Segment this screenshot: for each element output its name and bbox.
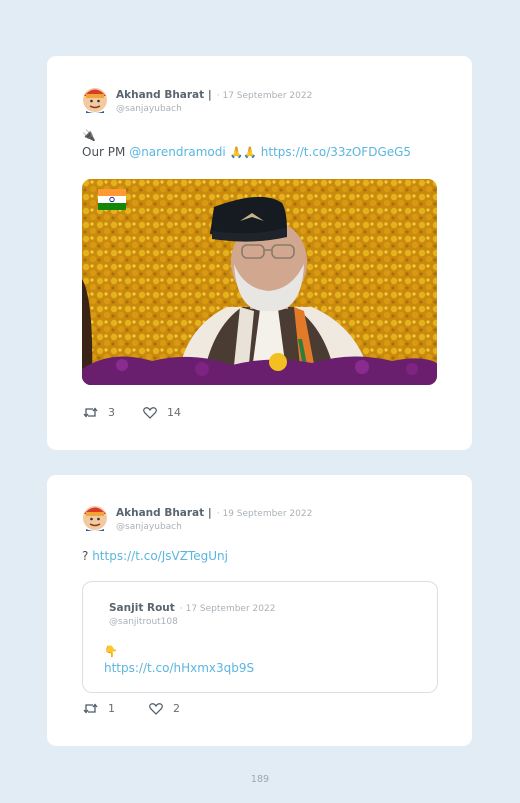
emoji: 🙏🙏 <box>229 146 257 159</box>
quoted-tweet-url[interactable]: https://t.co/hHxmx3qb9S <box>104 661 254 675</box>
quoted-author-handle[interactable]: @sanjitrout108 <box>109 616 275 629</box>
tweet-stats: 1 2 <box>83 702 200 715</box>
tweet-text: ? https://t.co/JsVZTegUnj <box>82 548 228 564</box>
text-prefix: Our PM <box>82 145 130 159</box>
quoted-tweet[interactable]: Sanjit Rout · 17 September 2022 @sanjitr… <box>82 581 438 693</box>
avatar[interactable] <box>82 503 108 531</box>
retweet-icon <box>83 703 98 714</box>
mention-link[interactable]: @narendramodi <box>129 145 226 159</box>
retweet-icon <box>83 407 98 418</box>
retweet-stat[interactable]: 1 <box>83 702 115 715</box>
emoji-line: 🔌 <box>82 129 96 142</box>
author-handle[interactable]: @sanjayubach <box>116 521 312 534</box>
like-count: 14 <box>167 406 181 419</box>
author-name[interactable]: Akhand Bharat | <box>116 89 212 101</box>
like-stat[interactable]: 2 <box>149 702 180 715</box>
retweet-stat[interactable]: 3 <box>83 406 115 419</box>
author-name[interactable]: Akhand Bharat | <box>116 507 212 519</box>
quoted-author-name[interactable]: Sanjit Rout <box>109 602 175 614</box>
quoted-tweet-text: 👇 https://t.co/hHxmx3qb9S <box>104 644 254 676</box>
tweet-stats: 3 14 <box>83 406 201 419</box>
tweet-url[interactable]: https://t.co/JsVZTegUnj <box>92 549 228 563</box>
pointing-down-emoji: 👇 <box>104 645 118 658</box>
tweet-text: 🔌 Our PM @narendramodi 🙏🙏 https://t.co/3… <box>82 128 411 161</box>
quoted-tweet-date[interactable]: · 17 September 2022 <box>180 604 276 614</box>
retweet-count: 1 <box>108 702 115 715</box>
tweet-date[interactable]: · 19 September 2022 <box>217 509 313 519</box>
page-number: 189 <box>250 774 270 785</box>
tweet-date[interactable]: · 17 September 2022 <box>217 91 313 101</box>
like-count: 2 <box>173 702 180 715</box>
heart-icon <box>143 406 157 419</box>
tweet-url[interactable]: https://t.co/33zOFDGeG5 <box>261 145 411 159</box>
author-handle[interactable]: @sanjayubach <box>116 103 312 116</box>
text-prefix: ? <box>82 549 93 563</box>
retweet-count: 3 <box>108 406 115 419</box>
avatar[interactable] <box>82 85 108 113</box>
tweet-card: Akhand Bharat | · 17 September 2022 @san… <box>47 56 472 450</box>
tweet-card: Akhand Bharat | · 19 September 2022 @san… <box>47 475 472 746</box>
heart-icon <box>149 702 163 715</box>
like-stat[interactable]: 14 <box>143 406 181 419</box>
tweet-media-photo[interactable] <box>82 179 437 385</box>
